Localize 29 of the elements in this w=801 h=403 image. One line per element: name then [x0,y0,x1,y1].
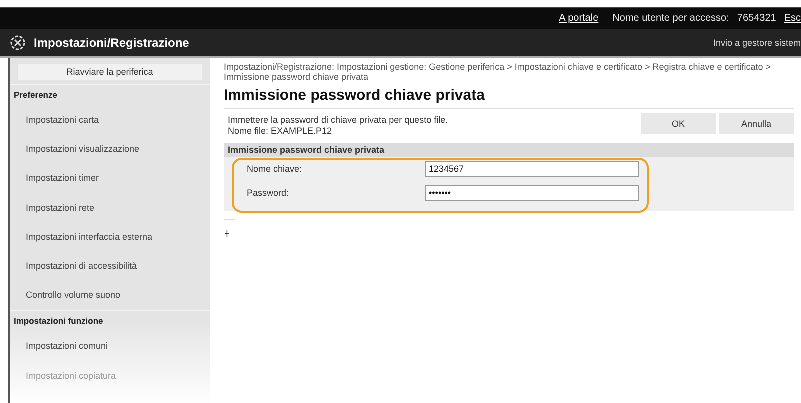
field-label: Password: [247,188,290,198]
sidebar-item[interactable]: Impostazioni di accessibilità [10,252,210,282]
cancel-button[interactable]: Annulla [719,113,794,134]
sidebar-item[interactable]: Impostazioni carta [10,106,210,136]
breadcrumb: Impostazioni/Registrazione: Impostazioni gestione: Gestione periferica > Impostazioni chiave e certificato > Registra chiave e certificato > Immissione password chiave privata [224,62,772,82]
description-text: Nome file: EXAMPLE.P12 [228,126,334,137]
sidebar-item[interactable]: Impostazioni rete [10,194,210,223]
sidebar-item[interactable]: Impostazioni comuni [10,332,210,362]
sidebar-item[interactable]: Impostazioni visualizzazione [10,135,210,164]
system-manager-link[interactable]: Invio a gestore sistem [713,38,801,48]
page-title: Immissione password chiave privata [224,82,794,109]
description-text: Immettere la password di chiave privata per questo file. [228,115,448,126]
restart-button[interactable]: Riavviare la periferica [18,64,202,80]
sidebar-item[interactable]: Impostazioni timer [10,164,210,194]
sidebar-item[interactable]: Impostazioni interfaccia esterna [10,222,210,252]
sidebar-heading: Preferenze [10,84,210,106]
field-label: Nome chiave: [247,164,304,174]
page-header-title: Impostazioni/Registrazione [34,36,190,50]
section-title: Immissione password chiave privata [224,143,794,157]
user-id: 7654321 [737,13,776,24]
input-field[interactable]: ••••••• [425,185,639,201]
sidebar-heading: Impostazioni funzione [10,310,210,332]
logout-link[interactable]: Esc [784,13,801,24]
scroll-to-top-link[interactable]: ⯒ [224,219,235,243]
ok-button[interactable]: OK [641,113,716,134]
portal-link[interactable]: A portale [559,13,599,24]
input-field[interactable]: 1234567 [425,161,639,177]
user-label: Nome utente per accesso: [612,13,730,24]
sidebar-item[interactable]: Controllo volume suono [10,281,210,310]
